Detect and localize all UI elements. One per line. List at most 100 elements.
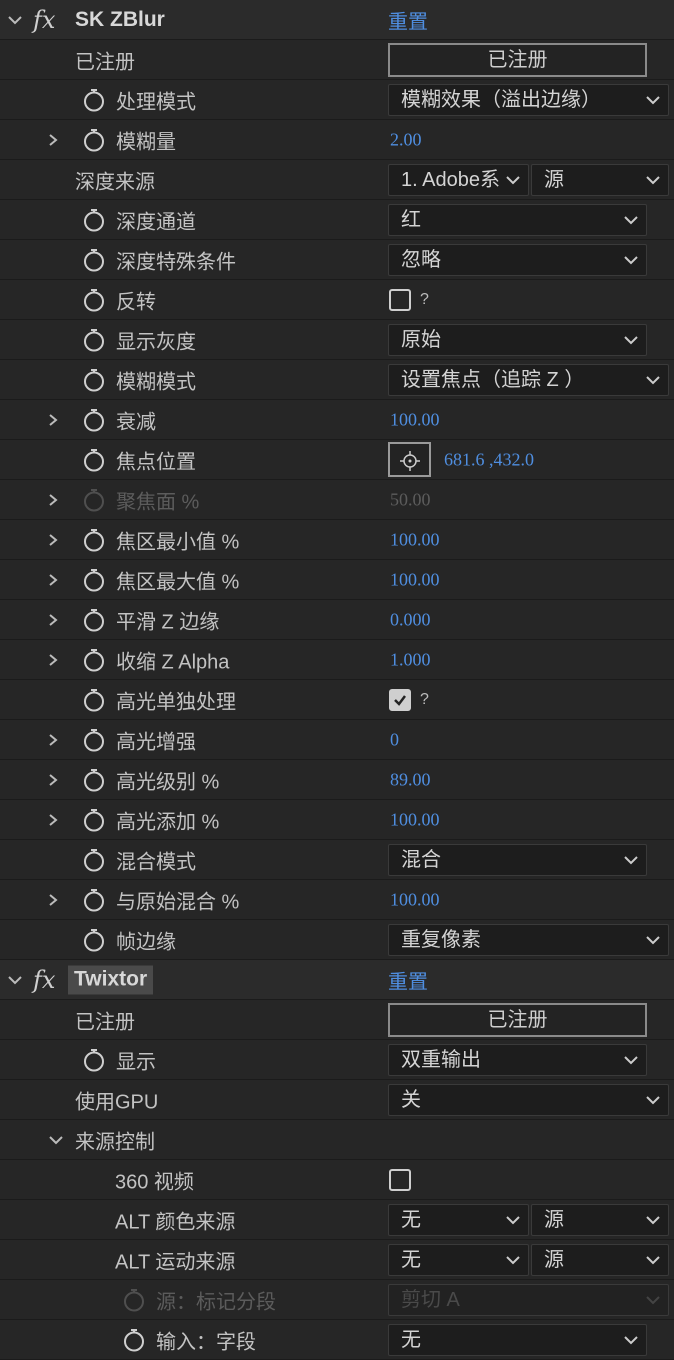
- alt-motion-layer-dropdown[interactable]: 无: [388, 1244, 529, 1276]
- dropdown-value: 源: [544, 1249, 564, 1271]
- param-blur-amount: 模糊量 2.00: [0, 120, 674, 160]
- param-focus-point: 焦点位置 681.6 ,432.0: [0, 440, 674, 480]
- stopwatch-icon[interactable]: [83, 568, 105, 592]
- blur-mode-dropdown[interactable]: 设置焦点（追踪 Z ）: [388, 364, 669, 396]
- stopwatch-icon[interactable]: [83, 608, 105, 632]
- dropdown-value: 无: [401, 1329, 421, 1351]
- registered-button[interactable]: 已注册: [388, 1003, 647, 1037]
- param-value[interactable]: 0.000: [390, 609, 431, 630]
- param-value[interactable]: 89.00: [390, 769, 431, 790]
- stopwatch-icon[interactable]: [83, 248, 105, 272]
- param-video360: 360 视频: [0, 1160, 674, 1200]
- effect-header-twixtor[interactable]: fx Twixtor 重置: [0, 960, 674, 1000]
- fx-icon[interactable]: fx: [33, 966, 55, 994]
- blend-mode-dropdown[interactable]: 混合: [388, 844, 647, 876]
- reset-link[interactable]: 重置: [388, 5, 428, 34]
- stopwatch-icon[interactable]: [83, 288, 105, 312]
- stopwatch-icon[interactable]: [83, 808, 105, 832]
- chevron-down-icon[interactable]: [8, 15, 22, 25]
- param-value[interactable]: 100.00: [390, 809, 440, 830]
- param-value[interactable]: 100.00: [390, 569, 440, 590]
- dropdown-value: 混合: [401, 849, 441, 871]
- show-gray-dropdown[interactable]: 原始: [388, 324, 647, 356]
- param-label: 显示: [116, 1051, 156, 1073]
- param-value[interactable]: 2.00: [390, 129, 422, 150]
- display-dropdown[interactable]: 双重输出: [388, 1044, 647, 1076]
- stopwatch-icon[interactable]: [123, 1328, 145, 1352]
- param-label: ALT 颜色来源: [115, 1211, 236, 1233]
- stopwatch-icon[interactable]: [83, 1048, 105, 1072]
- effect-header-skzblur[interactable]: fx SK ZBlur 重置: [0, 0, 674, 40]
- param-value[interactable]: 1.000: [390, 649, 431, 670]
- stopwatch-icon[interactable]: [83, 728, 105, 752]
- frame-edge-dropdown[interactable]: 重复像素: [388, 924, 669, 956]
- stopwatch-icon[interactable]: [83, 848, 105, 872]
- highlight-separate-checkbox[interactable]: [389, 689, 411, 711]
- dropdown-value: 红: [401, 209, 421, 231]
- stopwatch-icon[interactable]: [83, 408, 105, 432]
- chevron-down-icon: [646, 176, 660, 185]
- param-smooth-z: 平滑 Z 边缘 0.000: [0, 600, 674, 640]
- param-show-gray: 显示灰度 原始: [0, 320, 674, 360]
- chevron-right-icon[interactable]: [47, 653, 59, 666]
- reset-link[interactable]: 重置: [388, 965, 428, 994]
- param-label: 收缩 Z Alpha: [116, 651, 230, 673]
- stopwatch-icon[interactable]: [83, 368, 105, 392]
- input-field-dropdown[interactable]: 无: [388, 1324, 647, 1356]
- stopwatch-icon[interactable]: [83, 88, 105, 112]
- chevron-down-icon: [506, 176, 520, 185]
- param-depth-special: 深度特殊条件 忽略: [0, 240, 674, 280]
- stopwatch-icon[interactable]: [83, 688, 105, 712]
- param-focal-plane: 聚焦面 % 50.00: [0, 480, 674, 520]
- use-gpu-dropdown[interactable]: 关: [388, 1084, 669, 1116]
- chevron-right-icon[interactable]: [47, 493, 59, 506]
- depth-channel-dropdown[interactable]: 红: [388, 204, 647, 236]
- chevron-right-icon[interactable]: [47, 413, 59, 426]
- param-value[interactable]: 100.00: [390, 409, 440, 430]
- checkmark-icon: [394, 695, 406, 706]
- stopwatch-icon[interactable]: [83, 208, 105, 232]
- chevron-down-icon[interactable]: [49, 1135, 63, 1145]
- stopwatch-icon[interactable]: [83, 648, 105, 672]
- chevron-right-icon[interactable]: [47, 773, 59, 786]
- stopwatch-icon: [84, 488, 104, 511]
- chevron-right-icon[interactable]: [47, 613, 59, 626]
- chevron-right-icon[interactable]: [47, 533, 59, 546]
- chevron-down-icon[interactable]: [8, 975, 22, 985]
- chevron-right-icon[interactable]: [47, 133, 59, 146]
- chevron-down-icon: [624, 1056, 638, 1065]
- stopwatch-icon[interactable]: [83, 928, 105, 952]
- registered-button[interactable]: 已注册: [388, 43, 647, 77]
- fx-icon[interactable]: fx: [33, 6, 55, 34]
- param-label: 处理模式: [116, 91, 196, 113]
- param-falloff: 衰减 100.00: [0, 400, 674, 440]
- stopwatch-icon[interactable]: [83, 328, 105, 352]
- group-source-control[interactable]: 来源控制: [0, 1120, 674, 1160]
- stopwatch-icon[interactable]: [83, 128, 105, 152]
- alt-color-layer-dropdown[interactable]: 无: [388, 1204, 529, 1236]
- process-mode-dropdown[interactable]: 模糊效果（溢出边缘）: [388, 84, 669, 116]
- video360-checkbox[interactable]: [389, 1169, 411, 1191]
- chevron-right-icon[interactable]: [47, 893, 59, 906]
- depth-special-dropdown[interactable]: 忽略: [388, 244, 647, 276]
- depth-layer-dropdown[interactable]: 1. Adobe系: [388, 164, 529, 196]
- invert-checkbox[interactable]: [389, 289, 411, 311]
- chevron-right-icon[interactable]: [47, 573, 59, 586]
- dropdown-value: 设置焦点（追踪 Z ）: [401, 369, 585, 391]
- alt-motion-source-dropdown[interactable]: 源: [531, 1244, 669, 1276]
- stopwatch-icon[interactable]: [83, 768, 105, 792]
- stopwatch-icon[interactable]: [83, 448, 105, 472]
- chevron-right-icon[interactable]: [47, 813, 59, 826]
- chevron-right-icon[interactable]: [47, 733, 59, 746]
- param-value[interactable]: 100.00: [390, 889, 440, 910]
- chevron-down-icon: [624, 856, 638, 865]
- stopwatch-icon[interactable]: [83, 888, 105, 912]
- param-value[interactable]: 100.00: [390, 529, 440, 550]
- stopwatch-icon[interactable]: [83, 528, 105, 552]
- alt-color-source-dropdown[interactable]: 源: [531, 1204, 669, 1236]
- target-button[interactable]: [388, 442, 431, 477]
- depth-source-dropdown[interactable]: 源: [531, 164, 669, 196]
- param-value[interactable]: 681.6 ,432.0: [444, 449, 534, 470]
- param-label: 源：标记分段: [156, 1291, 276, 1313]
- param-value[interactable]: 0: [390, 729, 399, 750]
